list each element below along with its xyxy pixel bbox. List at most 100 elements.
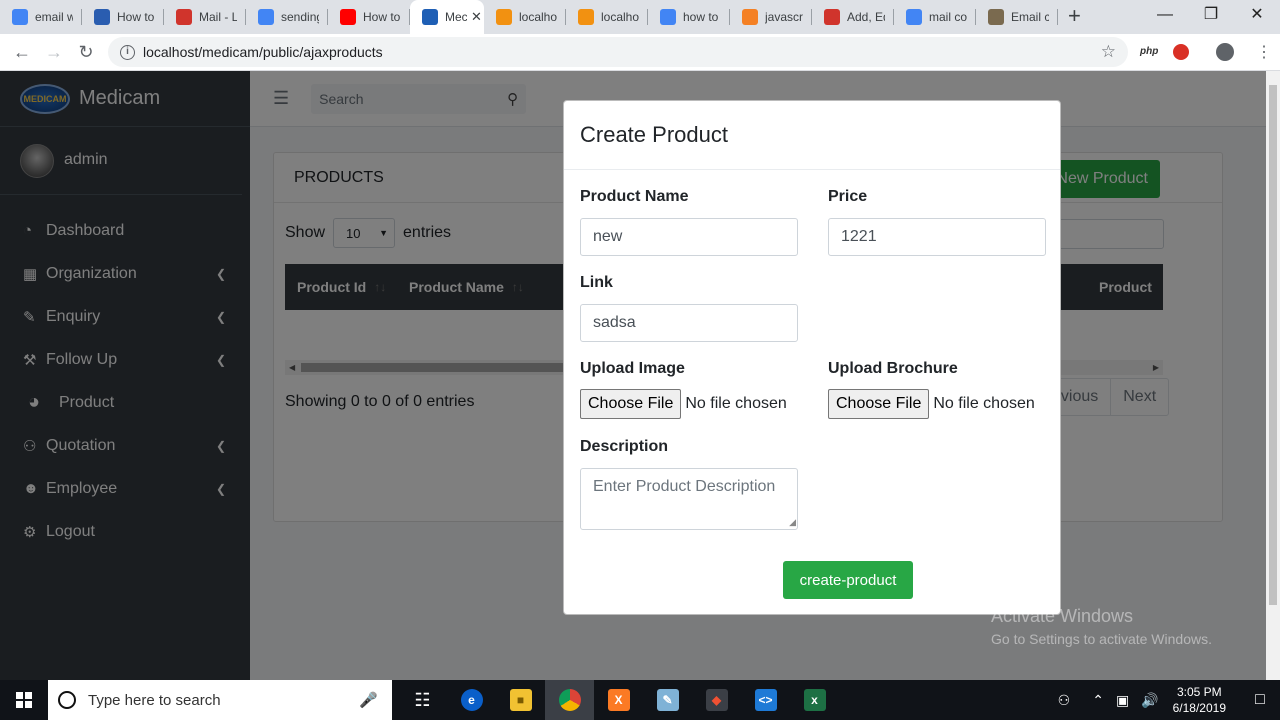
tab-title: Mec [445, 10, 467, 24]
tab-title: sending [281, 10, 319, 24]
description-textarea[interactable]: Enter Product Description ◢ [580, 468, 798, 530]
so-icon [742, 9, 758, 25]
description-placeholder: Enter Product Description [593, 478, 776, 495]
tab-title: Email c [1011, 10, 1049, 24]
reload-icon[interactable]: ↻ [70, 42, 102, 63]
show-hidden-icons[interactable]: ⌃ [1092, 692, 1104, 709]
url-field[interactable]: i localhost/medicam/public/ajaxproducts … [108, 37, 1128, 67]
google-icon [660, 9, 676, 25]
new-tab-icon[interactable]: + [1068, 0, 1081, 34]
tab-title: javascri [765, 10, 803, 24]
medicam-icon [422, 9, 438, 25]
tab-title: Add, Ed [847, 10, 885, 24]
clock-date: 6/18/2019 [1172, 701, 1226, 715]
php-extension-icon[interactable]: php [1140, 46, 1158, 57]
email-icon [988, 9, 1004, 25]
chrome-menu-icon[interactable]: ⋮ [1256, 42, 1272, 62]
close-tab-icon[interactable]: ✕ [471, 9, 482, 25]
tab-title: How to [117, 10, 155, 24]
clock[interactable]: 3:05 PM 6/18/2019 [1173, 684, 1226, 716]
network-icon[interactable]: ▣ [1116, 692, 1129, 709]
forward-icon[interactable]: → [38, 42, 70, 63]
pma-icon [496, 9, 512, 25]
windows-taskbar: Type here to search 🎤 ☷ e ■ X ✎ ◆ <> x ⚇… [0, 680, 1280, 720]
browser-tab[interactable]: email w [0, 0, 82, 34]
microphone-icon[interactable]: 🎤 [359, 691, 378, 709]
git-icon[interactable]: ◆ [692, 680, 741, 720]
image-file-status: No file chosen [685, 395, 787, 412]
browser-tab[interactable]: how to [648, 0, 730, 34]
scrollbar-thumb[interactable] [1269, 85, 1277, 605]
start-button[interactable] [0, 680, 48, 720]
browser-tab-bar: email w How to Mail - L sending How to Mec ✕ lo… [0, 0, 1280, 34]
description-label: Description [580, 438, 669, 455]
upload-brochure-label: Upload Brochure [828, 360, 958, 377]
bookmark-star-icon[interactable]: ☆ [1101, 42, 1116, 62]
browser-tab[interactable]: mail co [894, 0, 976, 34]
chrome-icon[interactable] [545, 680, 594, 720]
product-name-input[interactable]: new [580, 218, 798, 256]
upload-image-label: Upload Image [580, 360, 685, 377]
taskbar-search[interactable]: Type here to search 🎤 [48, 680, 392, 720]
url-text: localhost/medicam/public/ajaxproducts [143, 44, 383, 60]
people-icon[interactable]: ⚇ [1058, 692, 1071, 709]
profile-icon[interactable] [1216, 43, 1234, 61]
tab-title: how to [683, 10, 719, 24]
clock-time: 3:05 PM [1176, 685, 1222, 699]
excel-icon[interactable]: x [790, 680, 839, 720]
edge-icon[interactable]: e [447, 680, 496, 720]
minimize-button[interactable]: — [1142, 0, 1188, 30]
browser-tab[interactable]: How to [82, 0, 164, 34]
task-view-icon[interactable]: ☷ [398, 680, 447, 720]
choose-image-file-button[interactable]: Choose File [580, 389, 682, 419]
window-controls: — ❐ ✕ [1142, 0, 1280, 30]
browser-tab[interactable]: localho [566, 0, 648, 34]
vertical-scrollbar[interactable] [1266, 71, 1280, 680]
browser-tab[interactable]: sending [246, 0, 328, 34]
tab-title: email w [35, 10, 73, 24]
youtube-icon [340, 9, 356, 25]
create-product-button[interactable]: create-product [783, 561, 913, 599]
close-window-button[interactable]: ✕ [1234, 0, 1280, 30]
file-explorer-icon[interactable]: ■ [496, 680, 545, 720]
browser-tab[interactable]: localho [484, 0, 566, 34]
brochure-file-status: No file chosen [933, 395, 1035, 412]
info-icon[interactable]: i [120, 44, 135, 60]
maximize-button[interactable]: ❐ [1188, 0, 1234, 30]
xampp-icon[interactable]: X [594, 680, 643, 720]
price-input[interactable]: 1221 [828, 218, 1046, 256]
address-bar: ← → ↻ i localhost/medicam/public/ajaxpro… [0, 34, 1280, 71]
volume-icon[interactable]: 🔊 [1141, 692, 1158, 709]
watermark-subtitle: Go to Settings to activate Windows. [991, 631, 1212, 647]
cortana-icon [58, 691, 76, 709]
mail-icon [176, 9, 192, 25]
product-name-label: Product Name [580, 188, 689, 205]
browser-tab[interactable]: Add, Ed [812, 0, 894, 34]
resize-grip-icon[interactable]: ◢ [789, 517, 796, 528]
tab-title: mail co [929, 10, 967, 24]
tab-title: localho [519, 10, 557, 24]
windows-icon [16, 692, 32, 708]
tab-title: How to [363, 10, 401, 24]
google-icon [258, 9, 274, 25]
browser-tab[interactable]: javascri [730, 0, 812, 34]
extension-red-icon[interactable] [1173, 44, 1189, 60]
system-tray: ⚇ ⌃ ▣ 🔊 3:05 PM 6/18/2019 □ [1052, 680, 1280, 720]
notepad-icon[interactable]: ✎ [643, 680, 692, 720]
browser-tab[interactable]: Email c [976, 0, 1058, 34]
notification-icon[interactable]: □ [1240, 691, 1280, 709]
upload-image-field: Choose File No file chosen [580, 389, 787, 419]
pma-icon [578, 9, 594, 25]
google-icon [906, 9, 922, 25]
link-input[interactable]: sadsa [580, 304, 798, 342]
back-icon[interactable]: ← [6, 42, 38, 63]
taskbar-search-placeholder: Type here to search [88, 691, 221, 709]
w-icon [94, 9, 110, 25]
choose-brochure-file-button[interactable]: Choose File [828, 389, 930, 419]
browser-tab[interactable]: Mail - L [164, 0, 246, 34]
browser-tab[interactable]: Mec ✕ [410, 0, 484, 34]
price-label: Price [828, 188, 868, 205]
browser-tab[interactable]: How to [328, 0, 410, 34]
create-product-modal: Create Product Product Name new Price 12… [563, 100, 1061, 615]
vscode-icon[interactable]: <> [741, 680, 790, 720]
